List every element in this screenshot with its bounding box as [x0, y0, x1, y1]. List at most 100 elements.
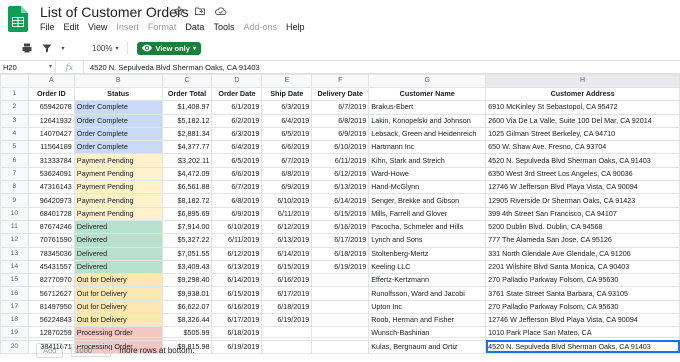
- delivery-date-cell[interactable]: [311, 313, 370, 328]
- customer-name-cell[interactable]: Hand-McGlynn: [368, 180, 487, 195]
- customer-address-cell[interactable]: 2201 Wilshire Blvd Santa Monica, CA 9040…: [485, 259, 680, 275]
- row-header[interactable]: 2: [0, 100, 29, 115]
- order-total-cell[interactable]: $2,881.34: [161, 126, 213, 142]
- order-id-cell[interactable]: 78345036: [27, 246, 75, 261]
- ship-date-cell[interactable]: 6/13/2019: [261, 233, 313, 248]
- customer-address-cell[interactable]: 399 4th Street San Francisco, CA 94107: [485, 206, 680, 221]
- order-total-cell[interactable]: $6,561.88: [161, 180, 213, 195]
- status-cell[interactable]: Out for Delivery: [73, 273, 163, 288]
- row-header[interactable]: 17: [0, 299, 29, 315]
- order-date-cell[interactable]: 6/7/2019: [211, 180, 263, 195]
- header-cell-customer-name[interactable]: Customer Name: [368, 86, 487, 102]
- print-icon[interactable]: [20, 41, 34, 55]
- delivery-date-cell[interactable]: 6/9/2019: [311, 126, 370, 142]
- order-total-cell[interactable]: $6,895.69: [161, 206, 213, 221]
- status-cell[interactable]: Payment Pending: [73, 180, 163, 195]
- customer-address-cell[interactable]: 12746 W Jefferson Blvd Playa Vista, CA 9…: [485, 313, 680, 328]
- order-date-cell[interactable]: 6/10/2019: [211, 219, 263, 235]
- row-header[interactable]: 1: [0, 86, 29, 102]
- order-date-cell[interactable]: 6/15/2019: [211, 286, 263, 301]
- column-header-g[interactable]: G: [368, 74, 487, 88]
- order-date-cell[interactable]: 6/4/2019: [211, 140, 263, 155]
- customer-name-cell[interactable]: Runolfsson, Ward and Jacobi: [368, 286, 487, 301]
- customer-name-cell[interactable]: Lynch and Sons: [368, 233, 487, 248]
- order-total-cell[interactable]: $7,914.00: [161, 219, 213, 235]
- document-title[interactable]: List of Customer Orders: [40, 4, 189, 20]
- customer-address-cell[interactable]: 777 The Alameda San Jose, CA 95126: [485, 233, 680, 248]
- ship-date-cell[interactable]: 6/8/2019: [261, 166, 313, 182]
- select-all-corner[interactable]: [0, 74, 29, 88]
- order-date-cell[interactable]: 6/8/2019: [211, 193, 263, 208]
- chevron-down-icon[interactable]: ▾: [60, 41, 66, 55]
- column-header-a[interactable]: A: [27, 74, 75, 88]
- delivery-date-cell[interactable]: 6/14/2019: [311, 193, 370, 208]
- delivery-date-cell[interactable]: 6/18/2019: [311, 246, 370, 261]
- customer-address-cell[interactable]: 4520 N. Sepulveda Blvd Sherman Oaks, CA …: [485, 153, 680, 168]
- order-id-cell[interactable]: 12641932: [27, 113, 75, 128]
- row-header[interactable]: 13: [0, 246, 29, 261]
- order-date-cell[interactable]: 6/2/2019: [211, 113, 263, 128]
- order-date-cell[interactable]: 6/14/2019: [211, 273, 263, 288]
- order-total-cell[interactable]: $4,377.77: [161, 140, 213, 155]
- order-id-cell[interactable]: 68401728: [27, 206, 75, 221]
- menu-tools[interactable]: Tools: [213, 22, 234, 32]
- order-id-cell[interactable]: 82770970: [27, 273, 75, 288]
- customer-address-cell[interactable]: 270 Palladio Parkway Folsom, CA 95630: [485, 299, 680, 315]
- customer-name-cell[interactable]: Upton Inc: [368, 299, 487, 315]
- order-id-cell[interactable]: 53624091: [27, 166, 75, 182]
- customer-name-cell[interactable]: Mills, Farrell and Glover: [368, 206, 487, 221]
- customer-name-cell[interactable]: Stoltenberg-Mertz: [368, 246, 487, 261]
- order-id-cell[interactable]: 96420973: [27, 193, 75, 208]
- delivery-date-cell[interactable]: 6/8/2019: [311, 113, 370, 128]
- ship-date-cell[interactable]: 6/9/2019: [261, 180, 313, 195]
- order-total-cell[interactable]: $3,202.11: [161, 153, 213, 168]
- customer-address-cell[interactable]: 12905 Riverside Dr Sherman Oaks, CA 9142…: [485, 193, 680, 208]
- row-header[interactable]: 8: [0, 180, 29, 195]
- order-date-cell[interactable]: 6/11/2019: [211, 233, 263, 248]
- delivery-date-cell[interactable]: [311, 286, 370, 301]
- header-cell-delivery-date[interactable]: Delivery Date: [311, 86, 370, 102]
- customer-name-cell[interactable]: Senger, Brekke and Gibson: [368, 193, 487, 208]
- order-id-cell[interactable]: 81497950: [27, 299, 75, 315]
- status-cell[interactable]: Payment Pending: [73, 193, 163, 208]
- status-cell[interactable]: Delivered: [73, 219, 163, 235]
- delivery-date-cell[interactable]: 6/13/2019: [311, 180, 370, 195]
- delivery-date-cell[interactable]: 6/10/2019: [311, 140, 370, 155]
- ship-date-cell[interactable]: 6/19/2019: [261, 313, 313, 328]
- status-cell[interactable]: Delivered: [73, 259, 163, 275]
- order-id-cell[interactable]: 47316143: [27, 180, 75, 195]
- order-id-cell[interactable]: 14070427: [27, 126, 75, 142]
- row-header[interactable]: 9: [0, 193, 29, 208]
- customer-address-cell[interactable]: 650 W. Shaw Ave. Fresno, CA 93704: [485, 140, 680, 155]
- row-header[interactable]: 11: [0, 219, 29, 235]
- status-cell[interactable]: Out for Delivery: [73, 313, 163, 328]
- sheets-logo-icon[interactable]: [8, 6, 28, 32]
- order-total-cell[interactable]: $5,327.22: [161, 233, 213, 248]
- customer-name-cell[interactable]: Effertz-Kertzmann: [368, 273, 487, 288]
- ship-date-cell[interactable]: 6/16/2019: [261, 273, 313, 288]
- row-header[interactable]: 16: [0, 286, 29, 301]
- order-date-cell[interactable]: 6/17/2019: [211, 313, 263, 328]
- column-header-d[interactable]: D: [211, 74, 263, 88]
- header-cell-order-total[interactable]: Order Total: [161, 86, 213, 102]
- rows-count-input[interactable]: 1000: [71, 343, 112, 357]
- ship-date-cell[interactable]: 6/7/2019: [261, 153, 313, 168]
- customer-address-cell[interactable]: 6910 McKinley St Sebastopol, CA 95472: [485, 100, 680, 115]
- ship-date-cell[interactable]: 6/12/2019: [261, 219, 313, 235]
- order-date-cell[interactable]: 6/5/2019: [211, 153, 263, 168]
- status-cell[interactable]: Payment Pending: [73, 153, 163, 168]
- customer-address-cell[interactable]: 12746 W Jefferson Blvd Playa Vista, CA 9…: [485, 180, 680, 195]
- order-id-cell[interactable]: 56224843: [27, 313, 75, 328]
- menu-view[interactable]: View: [88, 22, 107, 32]
- order-total-cell[interactable]: $7,051.55: [161, 246, 213, 261]
- order-date-cell[interactable]: 6/12/2019: [211, 246, 263, 261]
- order-total-cell[interactable]: $3,409.43: [161, 259, 213, 275]
- view-only-button[interactable]: View only ▾: [137, 41, 201, 55]
- menu-data[interactable]: Data: [185, 22, 204, 32]
- customer-name-cell[interactable]: Pacocha, Schmeler and Hills: [368, 219, 487, 235]
- order-date-cell[interactable]: 6/3/2019: [211, 126, 263, 142]
- row-header[interactable]: 3: [0, 113, 29, 128]
- status-cell[interactable]: Order Complete: [73, 126, 163, 142]
- row-header[interactable]: 10: [0, 206, 29, 221]
- order-date-cell[interactable]: 6/16/2019: [211, 299, 263, 315]
